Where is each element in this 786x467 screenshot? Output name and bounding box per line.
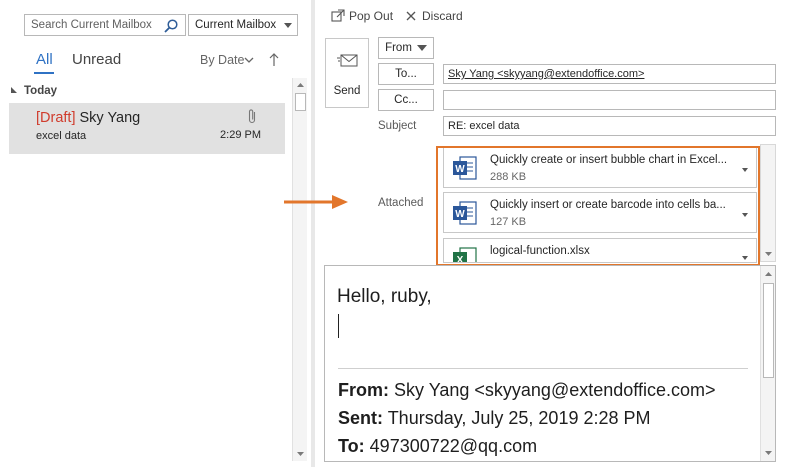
to-button[interactable]: To... <box>378 63 434 85</box>
pop-out-button[interactable]: Pop Out <box>331 9 393 23</box>
to-field[interactable]: Sky Yang <skyyang@extendoffice.com> <box>443 64 776 84</box>
attachments-highlight-frame <box>436 146 760 266</box>
message-body-scrollbar[interactable] <box>760 266 775 461</box>
quoted-sent-line: Sent: Thursday, July 25, 2019 2:28 PM <box>338 408 651 429</box>
sort-by-dropdown[interactable]: By Date <box>200 53 244 67</box>
cc-label: Cc... <box>394 94 418 106</box>
scroll-down-icon[interactable] <box>764 249 773 258</box>
send-envelope-icon <box>337 54 358 67</box>
quoted-to-line: To: 497300722@qq.com <box>338 436 537 457</box>
message-time: 2:29 PM <box>220 129 261 141</box>
text-cursor <box>338 314 339 338</box>
cc-button[interactable]: Cc... <box>378 89 434 111</box>
search-scope-value: Current Mailbox <box>195 19 277 31</box>
group-header-today[interactable]: Today <box>24 85 57 97</box>
message-list-item[interactable]: [Draft] Sky Yang excel data 2:29 PM <box>9 103 285 154</box>
pointer-arrow-icon <box>284 195 348 209</box>
message-sender: Sky Yang <box>79 110 141 126</box>
attachments-scrollbar[interactable] <box>760 144 776 262</box>
quoted-from-line: From: Sky Yang <skyyang@extendoffice.com… <box>338 380 715 401</box>
scroll-up-icon[interactable] <box>295 80 306 91</box>
close-icon <box>406 11 416 21</box>
sort-direction-icon[interactable] <box>269 52 279 66</box>
scroll-down-icon[interactable] <box>763 447 774 458</box>
pop-out-icon <box>331 9 345 22</box>
attached-label: Attached <box>378 197 424 209</box>
quoted-from-value: Sky Yang <skyyang@extendoffice.com> <box>394 380 716 400</box>
scroll-thumb[interactable] <box>763 283 774 378</box>
search-scope-dropdown[interactable]: Current Mailbox <box>188 14 298 36</box>
quoted-to-value: 497300722@qq.com <box>369 436 538 456</box>
to-label: To... <box>395 68 417 80</box>
scroll-thumb[interactable] <box>295 93 306 111</box>
send-label: Send <box>333 85 361 97</box>
search-input[interactable]: Search Current Mailbox <box>24 14 186 36</box>
quoted-to-label: To: <box>338 436 365 456</box>
chevron-down-icon <box>284 23 292 28</box>
message-title: [Draft] Sky Yang <box>36 110 140 126</box>
subject-label: Subject <box>378 120 417 132</box>
body-greeting: Hello, ruby, <box>337 286 432 307</box>
pop-out-label: Pop Out <box>349 9 394 23</box>
quoted-from-label: From: <box>338 380 389 400</box>
filter-all-tab[interactable]: All <box>36 51 53 68</box>
scroll-up-icon[interactable] <box>763 269 774 280</box>
subject-value: RE: excel data <box>448 120 520 132</box>
filter-unread-tab[interactable]: Unread <box>72 51 121 68</box>
collapse-triangle-icon[interactable] <box>11 87 17 93</box>
subject-field[interactable]: RE: excel data <box>443 116 776 136</box>
pane-divider[interactable] <box>311 0 315 467</box>
quoted-sent-label: Sent: <box>338 408 383 428</box>
from-label: From <box>385 42 412 54</box>
reply-separator <box>338 368 748 369</box>
scroll-down-icon[interactable] <box>295 448 306 459</box>
message-body-editor[interactable]: Hello, ruby, From: Sky Yang <skyyang@ext… <box>324 265 776 462</box>
discard-label: Discard <box>422 9 463 23</box>
search-icon[interactable] <box>163 18 179 34</box>
chevron-down-icon[interactable] <box>244 56 254 64</box>
draft-tag: [Draft] <box>36 110 76 126</box>
chevron-down-icon <box>416 45 427 51</box>
from-button[interactable]: From <box>378 37 434 59</box>
paperclip-icon <box>248 109 256 124</box>
quoted-sent-value: Thursday, July 25, 2019 2:28 PM <box>387 408 651 428</box>
cc-field[interactable] <box>443 90 776 110</box>
message-subject: excel data <box>36 130 87 142</box>
message-list-scrollbar[interactable] <box>292 78 307 461</box>
active-tab-indicator <box>34 72 54 74</box>
search-placeholder: Search Current Mailbox <box>31 19 152 31</box>
to-recipient[interactable]: Sky Yang <skyyang@extendoffice.com> <box>448 68 644 80</box>
send-button[interactable]: Send <box>325 38 369 108</box>
discard-button[interactable]: Discard <box>404 9 463 23</box>
